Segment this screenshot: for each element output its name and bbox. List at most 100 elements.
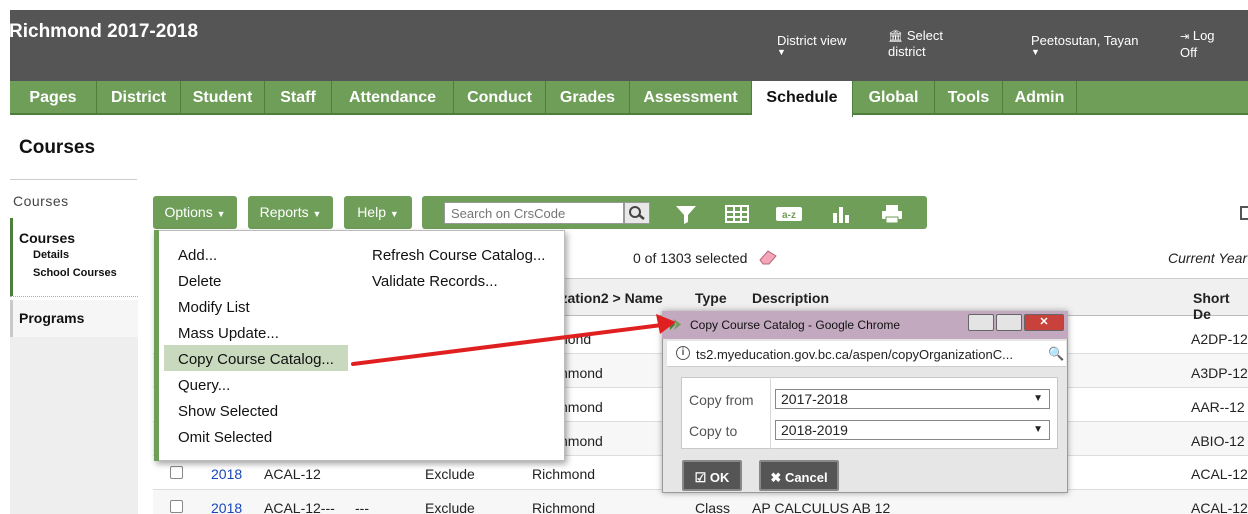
- app-title: Richmond 2017-2018: [9, 21, 199, 42]
- minimize-icon[interactable]: [968, 314, 994, 331]
- info-icon[interactable]: i: [676, 346, 690, 360]
- reports-menu-button[interactable]: Reports ▼: [248, 196, 333, 229]
- tab-schedule[interactable]: Schedule: [752, 81, 853, 117]
- cell-short-description: ACAL-12: [1191, 500, 1248, 514]
- chart-icon[interactable]: [829, 203, 853, 225]
- copy-from-value: 2017-2018: [781, 391, 848, 407]
- caret-down-icon: ▼: [312, 209, 322, 219]
- caret-down-icon: ▼: [1033, 424, 1043, 435]
- copy-to-label: Copy to: [689, 423, 738, 439]
- sidebar-filler: [10, 337, 138, 514]
- app-logo-icon: [669, 318, 682, 331]
- options-menu-button[interactable]: Options ▼: [153, 196, 237, 229]
- export-icon[interactable]: [1240, 206, 1248, 220]
- tab-conduct[interactable]: Conduct: [454, 81, 546, 115]
- column-header-description[interactable]: Description: [752, 290, 829, 306]
- tab-grades[interactable]: Grades: [546, 81, 630, 115]
- cell-short-description: ACAL-12: [1191, 466, 1248, 482]
- sidebar-heading: Courses: [13, 193, 69, 209]
- help-menu-button[interactable]: Help ▼: [344, 196, 412, 229]
- search-icon: [629, 206, 645, 220]
- tab-assessment[interactable]: Assessment: [630, 81, 752, 115]
- cell-short-description: A2DP-12: [1191, 331, 1248, 347]
- cancel-label: Cancel: [784, 470, 828, 485]
- print-icon[interactable]: [879, 203, 905, 225]
- user-menu[interactable]: Peetosutan, Tayan ▼: [1031, 33, 1139, 57]
- divider: [770, 377, 771, 449]
- column-header-short-description[interactable]: Short De: [1193, 290, 1248, 322]
- tab-tools[interactable]: Tools: [935, 81, 1003, 115]
- options-label: Options: [164, 204, 213, 220]
- search-button[interactable]: [624, 202, 650, 224]
- selection-count: 0 of 1303 selected: [633, 250, 748, 266]
- district-view-label: District view: [777, 33, 847, 48]
- close-icon[interactable]: ✕: [1024, 314, 1064, 331]
- menu-item-delete[interactable]: Delete: [178, 273, 221, 290]
- menu-item-validate-records[interactable]: Validate Records...: [372, 273, 498, 290]
- cell-status: Exclude: [425, 500, 475, 514]
- column-header-organization[interactable]: nization2 > Name: [548, 290, 663, 306]
- district-view-dropdown[interactable]: District view ▼: [777, 33, 847, 57]
- svg-text:a-z: a-z: [782, 210, 796, 221]
- filter-icon[interactable]: [674, 203, 698, 225]
- sort-icon[interactable]: a-z: [775, 203, 803, 225]
- ok-label: OK: [709, 470, 730, 485]
- check-icon: ☑: [694, 470, 707, 485]
- tab-admin[interactable]: Admin: [1003, 81, 1077, 115]
- current-year-filter[interactable]: Current Year: [1168, 250, 1247, 266]
- cancel-button[interactable]: ✖ Cancel: [759, 460, 839, 491]
- menu-item-modify-list[interactable]: Modify List: [178, 299, 250, 316]
- cell-organization: hmond: [560, 433, 603, 449]
- cell-description: AP CALCULUS AB 12: [752, 500, 891, 514]
- tab-staff[interactable]: Staff: [265, 81, 332, 115]
- caret-down-icon: ▼: [777, 47, 786, 57]
- eraser-icon[interactable]: [758, 249, 778, 265]
- cell-course-code: ACAL-12---: [264, 500, 335, 514]
- log-off-button[interactable]: ⇥ Log Off: [1180, 28, 1230, 60]
- ok-button[interactable]: ☑ OK: [682, 460, 742, 491]
- tab-student[interactable]: Student: [181, 81, 265, 115]
- tab-pages[interactable]: Pages: [10, 81, 97, 115]
- menu-item-omit-selected[interactable]: Omit Selected: [178, 429, 272, 446]
- select-district-link[interactable]: 🏛 Select district: [888, 28, 968, 59]
- cell-year-link[interactable]: 2018: [211, 500, 242, 514]
- copy-from-select[interactable]: 2017-2018 ▼: [775, 389, 1050, 409]
- copy-from-label: Copy from: [689, 392, 754, 408]
- help-label: Help: [357, 204, 386, 220]
- sidebar-item-programs[interactable]: Programs: [19, 310, 84, 326]
- menu-item-query[interactable]: Query...: [178, 377, 230, 394]
- column-header-type[interactable]: Type: [695, 290, 727, 306]
- cell-organization: hmond: [560, 365, 603, 381]
- popup-window-title: Copy Course Catalog - Google Chrome: [690, 318, 901, 332]
- menu-item-refresh-course-catalog[interactable]: Refresh Course Catalog...: [372, 247, 545, 264]
- tab-district[interactable]: District: [97, 81, 181, 115]
- cell-year-link[interactable]: 2018: [211, 466, 242, 482]
- address-url[interactable]: ts2.myeducation.gov.bc.ca/aspen/copyOrga…: [696, 347, 1013, 362]
- tab-global[interactable]: Global: [853, 81, 935, 115]
- menu-item-copy-course-catalog[interactable]: Copy Course Catalog...: [178, 351, 334, 368]
- menu-item-mass-update[interactable]: Mass Update...: [178, 325, 279, 342]
- tab-attendance[interactable]: Attendance: [332, 81, 454, 115]
- reports-label: Reports: [259, 204, 309, 220]
- row-checkbox[interactable]: [170, 500, 183, 513]
- user-name: Peetosutan, Tayan: [1031, 33, 1139, 48]
- cell-organization: hmond: [560, 399, 603, 415]
- menu-item-show-selected[interactable]: Show Selected: [178, 403, 278, 420]
- caret-down-icon: ▼: [216, 209, 226, 219]
- search-input[interactable]: [444, 202, 624, 224]
- cell-organization: Richmond: [532, 500, 596, 514]
- logout-icon: ⇥: [1180, 31, 1190, 43]
- main-nav: Pages District Student Staff Attendance …: [10, 81, 1248, 117]
- sidebar-item-details[interactable]: Details: [33, 249, 69, 261]
- maximize-icon[interactable]: [996, 314, 1022, 331]
- row-checkbox[interactable]: [170, 466, 183, 479]
- menu-item-add[interactable]: Add...: [178, 247, 217, 264]
- zoom-icon[interactable]: 🔍: [1048, 346, 1064, 362]
- sidebar-item-school-courses[interactable]: School Courses: [33, 267, 117, 279]
- fields-icon[interactable]: [724, 203, 750, 225]
- bank-icon: 🏛: [888, 29, 904, 43]
- copy-to-select[interactable]: 2018-2019 ▼: [775, 420, 1050, 440]
- divider: [10, 296, 138, 297]
- sidebar-item-courses[interactable]: Courses: [19, 230, 75, 246]
- cell-status: Exclude: [425, 466, 475, 482]
